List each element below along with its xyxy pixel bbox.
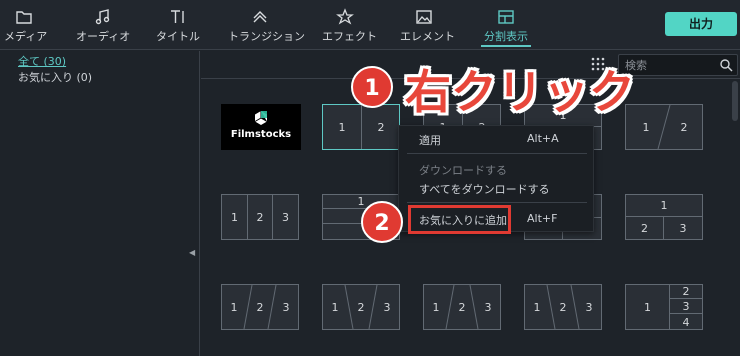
scrollbar[interactable] [732, 81, 738, 121]
tab-label: 分割表示 [484, 30, 528, 43]
split-tile-3-vertical[interactable]: 1 2 3 [221, 194, 299, 240]
tile-cell: 2 [248, 195, 273, 239]
tile-cell: 3 [679, 221, 687, 235]
effect-star-icon [322, 0, 368, 26]
tab-label: タイトル [156, 30, 200, 43]
active-tab-underline [481, 45, 531, 47]
right-click-annotation: 右クリック [405, 65, 635, 119]
menu-divider [407, 153, 587, 154]
split-screen-icon [481, 0, 531, 26]
split-tile-4-layout[interactable]: 1 2 3 4 [625, 284, 703, 330]
split-tile-2-diagonal[interactable]: 1 2 [625, 104, 703, 150]
search-input[interactable] [625, 57, 720, 73]
sidebar-item-favorites[interactable]: お気に入り (0) [18, 69, 92, 85]
tile-cell: 2 [377, 120, 385, 134]
step-1-badge: 1 [351, 66, 393, 108]
top-toolbar: メディア オーディオ タイトル トランジション エフェクト エレメント 分割表示… [0, 0, 740, 50]
tab-effect[interactable]: エフェクト [322, 0, 377, 50]
tile-cell: 2 [357, 300, 365, 314]
tab-label: エフェクト [322, 30, 377, 43]
tile-cell: 3 [670, 300, 702, 314]
tile-cell: 2 [680, 120, 688, 134]
image-element-icon [400, 0, 448, 26]
menu-item-download-all[interactable]: すべてをダウンロードする [419, 181, 550, 197]
menu-item-apply[interactable]: 適用 [419, 132, 441, 148]
tile-cell: 3 [585, 300, 593, 314]
split-tile-3-slanted[interactable]: 1 2 3 [322, 284, 400, 330]
tab-media[interactable]: メディア [4, 0, 48, 50]
tile-cell: 1 [626, 195, 702, 217]
tile-cell: 1 [642, 120, 650, 134]
tile-cell: 3 [282, 300, 290, 314]
step-2-badge: 2 [361, 201, 403, 243]
tile-cell: 1 [323, 105, 362, 149]
folder-icon [4, 0, 44, 26]
tab-label: オーディオ [76, 30, 131, 43]
highlight-box [408, 205, 511, 234]
tile-cell: 3 [383, 300, 391, 314]
tab-label: メディア [4, 30, 48, 43]
title-text-icon [156, 0, 198, 26]
tab-element[interactable]: エレメント [400, 0, 455, 50]
tile-cell: 1 [331, 300, 339, 314]
tile-cell: 2 [559, 300, 567, 314]
music-note-icon [76, 0, 128, 26]
tile-cell: 1 [533, 300, 541, 314]
tab-label: トランジション [228, 30, 305, 43]
tile-cell: 2 [458, 300, 466, 314]
tile-cell: 1 [432, 300, 440, 314]
tile-cell: 1 [222, 195, 248, 239]
search-box [618, 54, 738, 76]
collapse-sidebar-icon[interactable]: ◀ [189, 248, 195, 257]
filmstocks-tile[interactable]: Filmstocks [221, 104, 301, 150]
split-tile-3-slanted[interactable]: 1 2 3 [221, 284, 299, 330]
tab-split-screen[interactable]: 分割表示 [481, 0, 531, 50]
search-icon[interactable] [719, 58, 733, 72]
transition-icon [228, 0, 292, 26]
split-tile-2-vertical[interactable]: 1 2 [322, 104, 400, 150]
shortcut-apply: Alt+A [527, 132, 559, 145]
filmstocks-logo-icon [254, 111, 268, 125]
sidebar-item-all[interactable]: 全て (30) [18, 53, 66, 69]
menu-item-download[interactable]: ダウンロードする [419, 162, 507, 178]
split-tile-3-slanted[interactable]: 1 2 3 [524, 284, 602, 330]
filmstocks-label: Filmstocks [230, 129, 292, 140]
menu-divider [407, 202, 587, 203]
split-tile-3-slanted[interactable]: 1 2 3 [423, 284, 501, 330]
category-sidebar: 全て (30) お気に入り (0) ◀ [0, 51, 200, 356]
tile-cell: 3 [484, 300, 492, 314]
tile-cell: 2 [670, 285, 702, 299]
tab-label: エレメント [400, 30, 455, 43]
tile-cell: 4 [682, 315, 690, 329]
tile-cell: 1 [626, 285, 670, 329]
tab-title[interactable]: タイトル [156, 0, 200, 50]
tile-cell: 1 [230, 300, 238, 314]
shortcut-add-favorite: Alt+F [527, 212, 558, 225]
tile-cell: 2 [256, 300, 264, 314]
tab-audio[interactable]: オーディオ [76, 0, 131, 50]
tile-cell: 2 [626, 217, 664, 239]
export-button[interactable]: 出力 [665, 12, 737, 36]
tile-cell: 3 [282, 210, 289, 224]
tab-transition[interactable]: トランジション [228, 0, 305, 50]
split-tile-3-top-split[interactable]: 1 2 3 [625, 194, 703, 240]
